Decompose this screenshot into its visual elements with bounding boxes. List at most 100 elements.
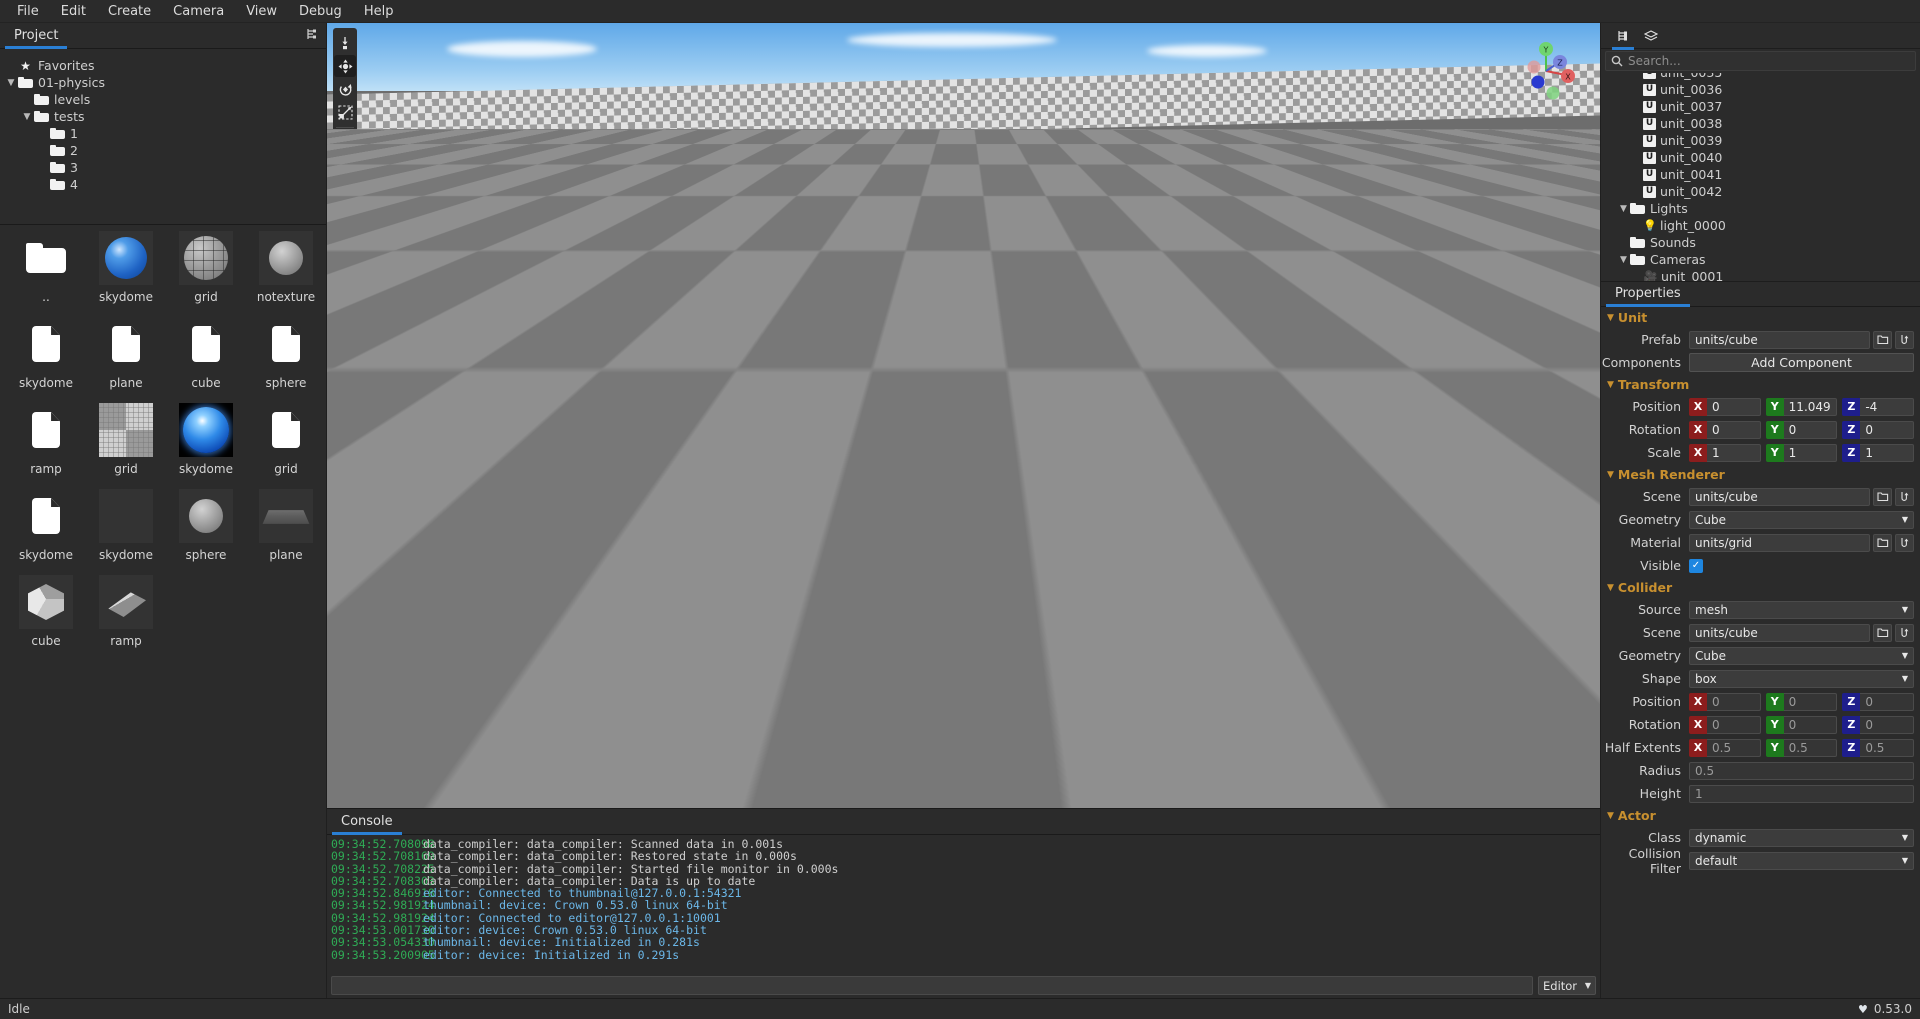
asset-item[interactable]: .. [6, 231, 86, 315]
asset-item[interactable]: skydome [86, 489, 166, 573]
menu-create[interactable]: Create [97, 1, 162, 22]
project-tree-item[interactable]: ▼★Favorites [0, 57, 326, 74]
actor-class-select[interactable]: dynamic ▼ [1689, 828, 1914, 847]
orientation-gizmo[interactable]: Y X Z [1516, 41, 1578, 103]
browse-folder-icon[interactable] [1873, 533, 1892, 552]
revert-icon[interactable] [1895, 623, 1914, 642]
mesh-geometry-select[interactable]: Cube ▼ [1689, 510, 1914, 529]
asset-item[interactable]: skydome [6, 317, 86, 401]
transform-rotation-x-field[interactable]: 0 [1707, 420, 1761, 439]
play-button[interactable] [334, 271, 356, 293]
section-unit-header[interactable]: ▼ Unit [1601, 307, 1920, 328]
actor-collision-filter-select[interactable]: default ▼ [1689, 851, 1914, 870]
asset-item[interactable]: plane [86, 317, 166, 401]
add-component-button[interactable]: Add Component [1689, 353, 1914, 372]
collider-source-select[interactable]: mesh ▼ [1689, 600, 1914, 619]
tab-console[interactable]: Console [327, 811, 407, 835]
scene-tree-item[interactable]: ▼Uunit_0036 [1601, 81, 1920, 98]
reference-world-tool[interactable] [334, 209, 356, 231]
asset-item[interactable]: skydome [166, 403, 246, 487]
chevron-down-icon[interactable]: ▼ [1617, 255, 1630, 265]
snap-to-grid-tool[interactable] [334, 132, 356, 154]
place-tool[interactable] [334, 32, 356, 54]
transform-position-z-field[interactable]: -4 [1860, 397, 1915, 416]
visible-checkbox[interactable]: ✓ [1689, 558, 1703, 573]
grid-tool[interactable] [334, 155, 356, 177]
scene-tree-item[interactable]: ▼🎥unit_0001 [1601, 268, 1920, 281]
scene-tree-tab[interactable] [1611, 25, 1635, 50]
asset-item[interactable]: grid [246, 403, 326, 487]
menu-view[interactable]: View [235, 1, 288, 22]
tab-project[interactable]: Project [0, 25, 72, 49]
asset-item[interactable]: grid [166, 231, 246, 315]
section-actor-header[interactable]: ▼ Actor [1601, 805, 1920, 826]
project-tree[interactable]: ▼★Favorites▼01-physics▼levels▼tests▼1▼2▼… [0, 49, 326, 225]
transform-scale-z-field[interactable]: 1 [1860, 443, 1915, 462]
search-input[interactable] [1628, 54, 1910, 68]
console-log[interactable]: 09:34:52.708098 data_compiler: data_compi… [327, 835, 1600, 976]
project-tree-item[interactable]: ▼2 [0, 142, 326, 159]
project-tree-item[interactable]: ▼ 01-physics [0, 74, 326, 91]
scene-tree[interactable]: ▼Uunit_0035▼Uunit_0036▼Uunit_0037▼Uunit_… [1601, 73, 1920, 281]
viewport-3d[interactable]: Y X Z [327, 23, 1600, 808]
scene-tree-item[interactable]: ▼Uunit_0041 [1601, 166, 1920, 183]
menu-edit[interactable]: Edit [50, 1, 97, 22]
selected-unit-cube[interactable] [693, 199, 861, 363]
scene-tree-item[interactable]: ▼Uunit_0035 [1601, 73, 1920, 81]
scene-tree-item[interactable]: ▼Uunit_0039 [1601, 132, 1920, 149]
project-tree-item[interactable]: ▼ tests [0, 108, 326, 125]
menu-camera[interactable]: Camera [162, 1, 235, 22]
revert-icon[interactable] [1895, 487, 1914, 506]
menu-file[interactable]: File [6, 1, 50, 22]
asset-item[interactable]: sphere [246, 317, 326, 401]
collider-shape-select[interactable]: box ▼ [1689, 669, 1914, 688]
console-target-dropdown[interactable]: Editor ▼ [1538, 976, 1596, 995]
transform-scale-x-field[interactable]: 1 [1707, 443, 1761, 462]
asset-item[interactable]: cube [6, 575, 86, 659]
transform-scale-y-field[interactable]: 1 [1783, 443, 1838, 462]
section-mesh-renderer-header[interactable]: ▼ Mesh Renderer [1601, 464, 1920, 485]
asset-item[interactable]: cube [166, 317, 246, 401]
collider-geometry-select[interactable]: Cube ▼ [1689, 646, 1914, 665]
project-tree-item[interactable]: ▼1 [0, 125, 326, 142]
move-tool[interactable] [334, 55, 356, 77]
scene-tree-item[interactable]: ▼Sounds [1601, 234, 1920, 251]
prefab-field[interactable]: units/cube [1689, 330, 1870, 349]
browse-folder-icon[interactable] [1873, 623, 1892, 642]
scene-tree-item[interactable]: ▼💡light_0000 [1601, 217, 1920, 234]
chevron-down-icon[interactable]: ▼ [4, 78, 18, 88]
collider-scene-field[interactable]: units/cube [1689, 623, 1870, 642]
layers-tab[interactable] [1639, 25, 1663, 47]
asset-item[interactable]: ramp [86, 575, 166, 659]
asset-item[interactable]: notexture [246, 231, 326, 315]
reference-local-tool[interactable] [334, 186, 356, 208]
mesh-material-field[interactable]: units/grid [1689, 533, 1870, 552]
scene-tree-item[interactable]: ▼Uunit_0040 [1601, 149, 1920, 166]
revert-icon[interactable] [1895, 533, 1914, 552]
asset-item[interactable]: plane [246, 489, 326, 573]
transform-gizmo[interactable] [733, 187, 863, 327]
menu-help[interactable]: Help [353, 1, 405, 22]
project-tree-item[interactable]: ▼3 [0, 159, 326, 176]
asset-grid[interactable]: .. skydome grid notexture skydome plane cube sp… [0, 225, 326, 998]
asset-item[interactable]: grid [86, 403, 166, 487]
asset-item[interactable]: ramp [6, 403, 86, 487]
transform-position-x-field[interactable]: 0 [1707, 397, 1761, 416]
transform-rotation-y-field[interactable]: 0 [1783, 420, 1838, 439]
scene-tree-item[interactable]: ▼Uunit_0042 [1601, 183, 1920, 200]
scene-tree-item[interactable]: ▼ Lights [1601, 200, 1920, 217]
tab-properties[interactable]: Properties [1601, 283, 1695, 307]
section-collider-header[interactable]: ▼ Collider [1601, 577, 1920, 598]
revert-icon[interactable] [1895, 330, 1914, 349]
project-tree-item[interactable]: ▼4 [0, 176, 326, 193]
browse-folder-icon[interactable] [1873, 330, 1892, 349]
asset-item[interactable]: skydome [86, 231, 166, 315]
transform-rotation-z-field[interactable]: 0 [1860, 420, 1915, 439]
chevron-down-icon[interactable]: ▼ [20, 112, 34, 122]
split-view-icon[interactable] [305, 27, 319, 41]
transform-position-y-field[interactable]: 11.049 [1783, 397, 1838, 416]
chevron-down-icon[interactable]: ▼ [1617, 204, 1630, 214]
menu-debug[interactable]: Debug [288, 1, 353, 22]
asset-item[interactable]: skydome [6, 489, 86, 573]
section-transform-header[interactable]: ▼ Transform [1601, 374, 1920, 395]
